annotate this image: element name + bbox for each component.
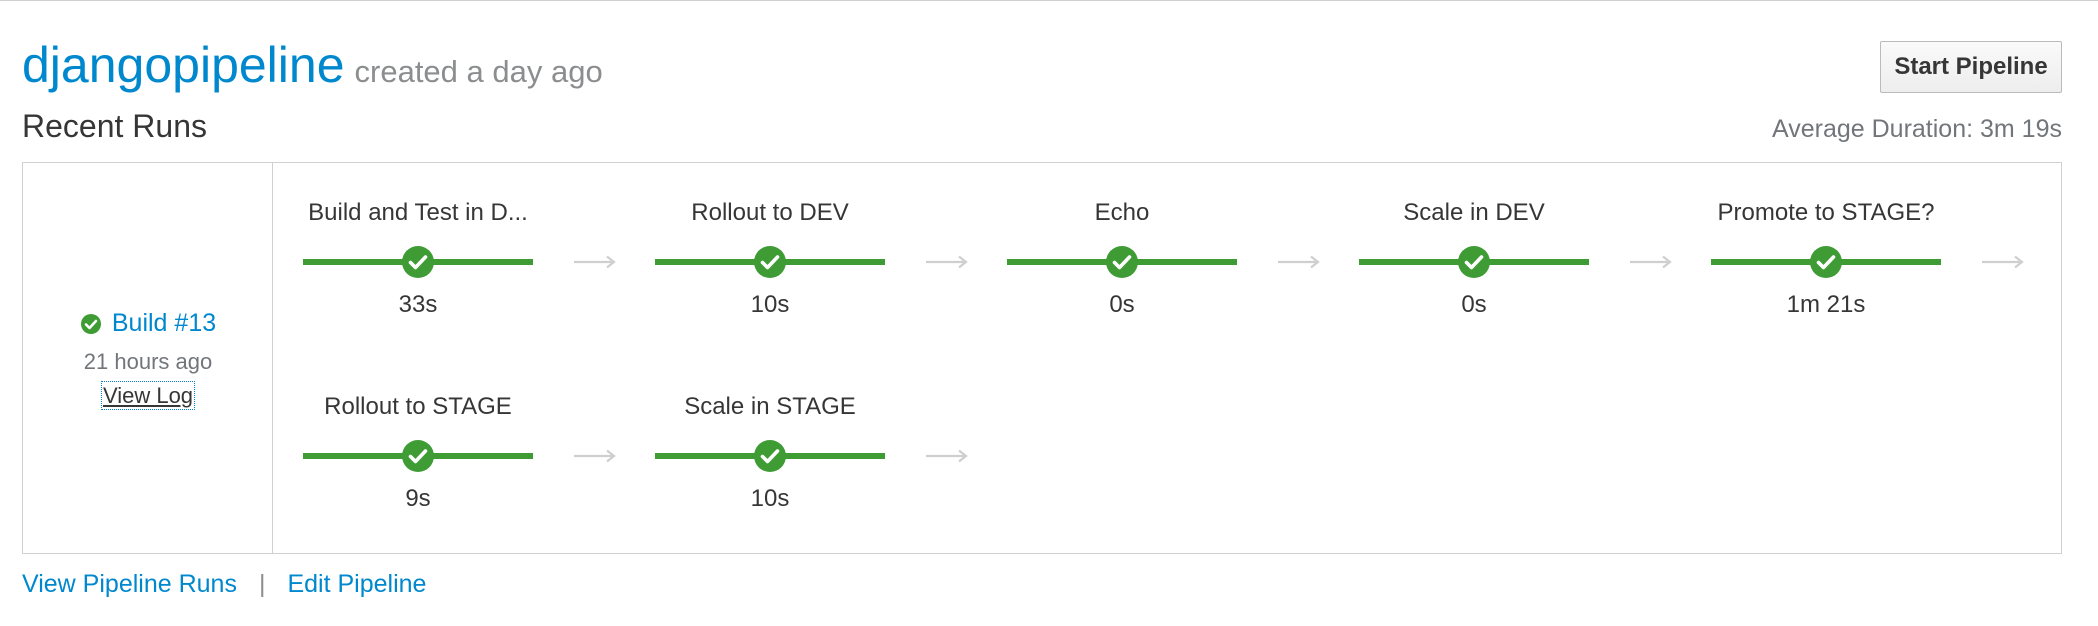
stage-name: Scale in DEV — [1403, 199, 1545, 226]
stage-name: Rollout to DEV — [691, 199, 849, 226]
stage-duration: 9s — [405, 485, 431, 512]
view-pipeline-runs-link[interactable]: View Pipeline Runs — [22, 570, 237, 598]
stage-duration: 10s — [750, 291, 790, 318]
stage-name: Echo — [1094, 199, 1150, 226]
arrow-right-icon — [926, 449, 968, 463]
arrow-right-icon — [1630, 255, 1672, 269]
footer-links: View Pipeline Runs | Edit Pipeline — [22, 570, 426, 599]
pipeline-created-time: created a day ago — [354, 54, 603, 89]
recent-runs-heading: Recent Runs — [22, 108, 207, 144]
stage-name: Scale in STAGE — [684, 393, 856, 420]
build-time: 21 hours ago — [83, 349, 213, 374]
arrow-right-icon — [926, 255, 968, 269]
stage-duration: 33s — [398, 291, 438, 318]
stage-success-check-icon[interactable] — [1457, 245, 1491, 279]
footer-separator: | — [258, 570, 266, 598]
arrow-right-icon — [574, 449, 616, 463]
stage-success-check-icon[interactable] — [753, 245, 787, 279]
edit-pipeline-link[interactable]: Edit Pipeline — [287, 570, 426, 598]
pipeline-name-link[interactable]: djangopipeline — [22, 37, 345, 93]
arrow-right-icon — [1982, 255, 2024, 269]
pipeline-stage: Echo 0s — [1007, 163, 1237, 318]
stage-success-check-icon[interactable] — [1809, 245, 1843, 279]
pipeline-header: djangopipeline created a day ago — [22, 36, 603, 94]
build-status-row: Build #13 — [23, 309, 273, 338]
stage-success-check-icon[interactable] — [753, 439, 787, 473]
top-divider — [0, 0, 2098, 1]
pipeline-stage: Build and Test in D... 33s — [303, 163, 533, 318]
stage-name: Promote to STAGE? — [1717, 199, 1935, 226]
arrow-right-icon — [1278, 255, 1320, 269]
start-pipeline-button[interactable]: Start Pipeline — [1880, 41, 2062, 93]
pipeline-stage: Rollout to DEV 10s — [655, 163, 885, 318]
stage-duration: 0s — [1109, 291, 1135, 318]
stage-success-check-icon[interactable] — [401, 439, 435, 473]
recent-runs-panel: Build #13 21 hours ago View Log Build an… — [22, 162, 2062, 554]
arrow-right-icon — [574, 255, 616, 269]
pipeline-stage: Scale in STAGE 10s — [655, 357, 885, 512]
check-circle-icon — [80, 313, 101, 334]
build-number-link[interactable]: Build #13 — [112, 309, 216, 338]
stage-duration: 1m 21s — [1786, 291, 1866, 318]
build-info-column: Build #13 21 hours ago View Log — [23, 163, 273, 553]
view-log-wrapper: View Log — [23, 381, 273, 410]
pipeline-stage: Promote to STAGE? 1m 21s — [1711, 163, 1941, 318]
average-duration: Average Duration: 3m 19s — [1772, 115, 2062, 143]
stage-name: Rollout to STAGE — [324, 393, 512, 420]
stage-success-check-icon[interactable] — [401, 245, 435, 279]
stage-name: Build and Test in D... — [308, 199, 528, 226]
stage-duration: 0s — [1461, 291, 1487, 318]
pipeline-stage: Scale in DEV 0s — [1359, 163, 1589, 318]
stage-duration: 10s — [750, 485, 790, 512]
pipeline-stage: Rollout to STAGE 9s — [303, 357, 533, 512]
stage-success-check-icon[interactable] — [1105, 245, 1139, 279]
view-log-link[interactable]: View Log — [100, 381, 196, 410]
